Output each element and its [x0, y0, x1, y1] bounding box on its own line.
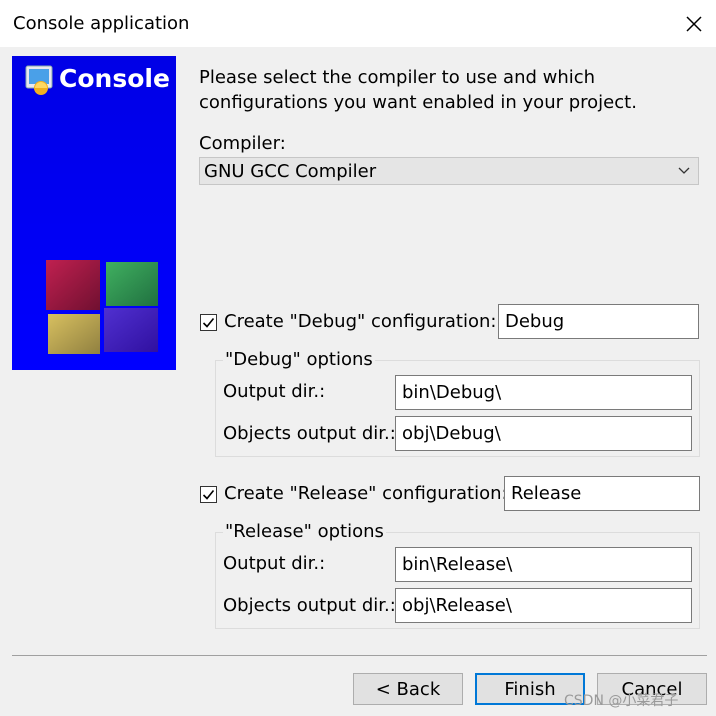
console-app-icon — [25, 65, 53, 95]
release-options-title: "Release" options — [223, 521, 386, 542]
debug-obj-dir-label: Objects output dir.: — [223, 423, 396, 444]
release-config-name-input[interactable] — [504, 476, 700, 511]
close-icon — [686, 16, 702, 32]
release-checkbox[interactable] — [200, 486, 217, 503]
compiler-selected-value: GNU GCC Compiler — [204, 161, 377, 182]
compiler-select[interactable]: GNU GCC Compiler — [199, 157, 699, 185]
title-bar: Console application — [0, 0, 716, 47]
debug-obj-dir-input[interactable] — [395, 416, 692, 451]
release-obj-dir-input[interactable] — [395, 588, 692, 623]
window-title: Console application — [13, 13, 190, 34]
checkmark-icon — [202, 317, 215, 328]
instructions-text: Please select the compiler to use and wh… — [199, 67, 637, 113]
debug-output-dir-label: Output dir.: — [223, 381, 326, 402]
compiler-label: Compiler: — [199, 133, 286, 154]
chevron-down-icon — [678, 167, 690, 174]
debug-checkbox[interactable] — [200, 314, 217, 331]
debug-config-name-input[interactable] — [498, 304, 699, 339]
debug-options-title: "Debug" options — [223, 349, 375, 370]
checkmark-icon — [202, 489, 215, 500]
debug-checkbox-label[interactable]: Create "Debug" configuration: — [224, 311, 496, 332]
close-button[interactable] — [676, 8, 712, 40]
release-output-dir-label: Output dir.: — [223, 553, 326, 574]
codeblocks-logo-icon — [46, 260, 158, 354]
wizard-banner: Console — [12, 56, 176, 370]
back-button[interactable]: < Back — [353, 673, 463, 705]
release-output-dir-input[interactable] — [395, 547, 692, 582]
footer-separator — [12, 655, 707, 656]
watermark: CSDN @小菜君子 — [564, 693, 679, 709]
release-checkbox-label[interactable]: Create "Release" configuration: — [224, 483, 508, 504]
release-obj-dir-label: Objects output dir.: — [223, 595, 396, 616]
debug-output-dir-input[interactable] — [395, 375, 692, 410]
banner-title: Console — [59, 64, 170, 93]
